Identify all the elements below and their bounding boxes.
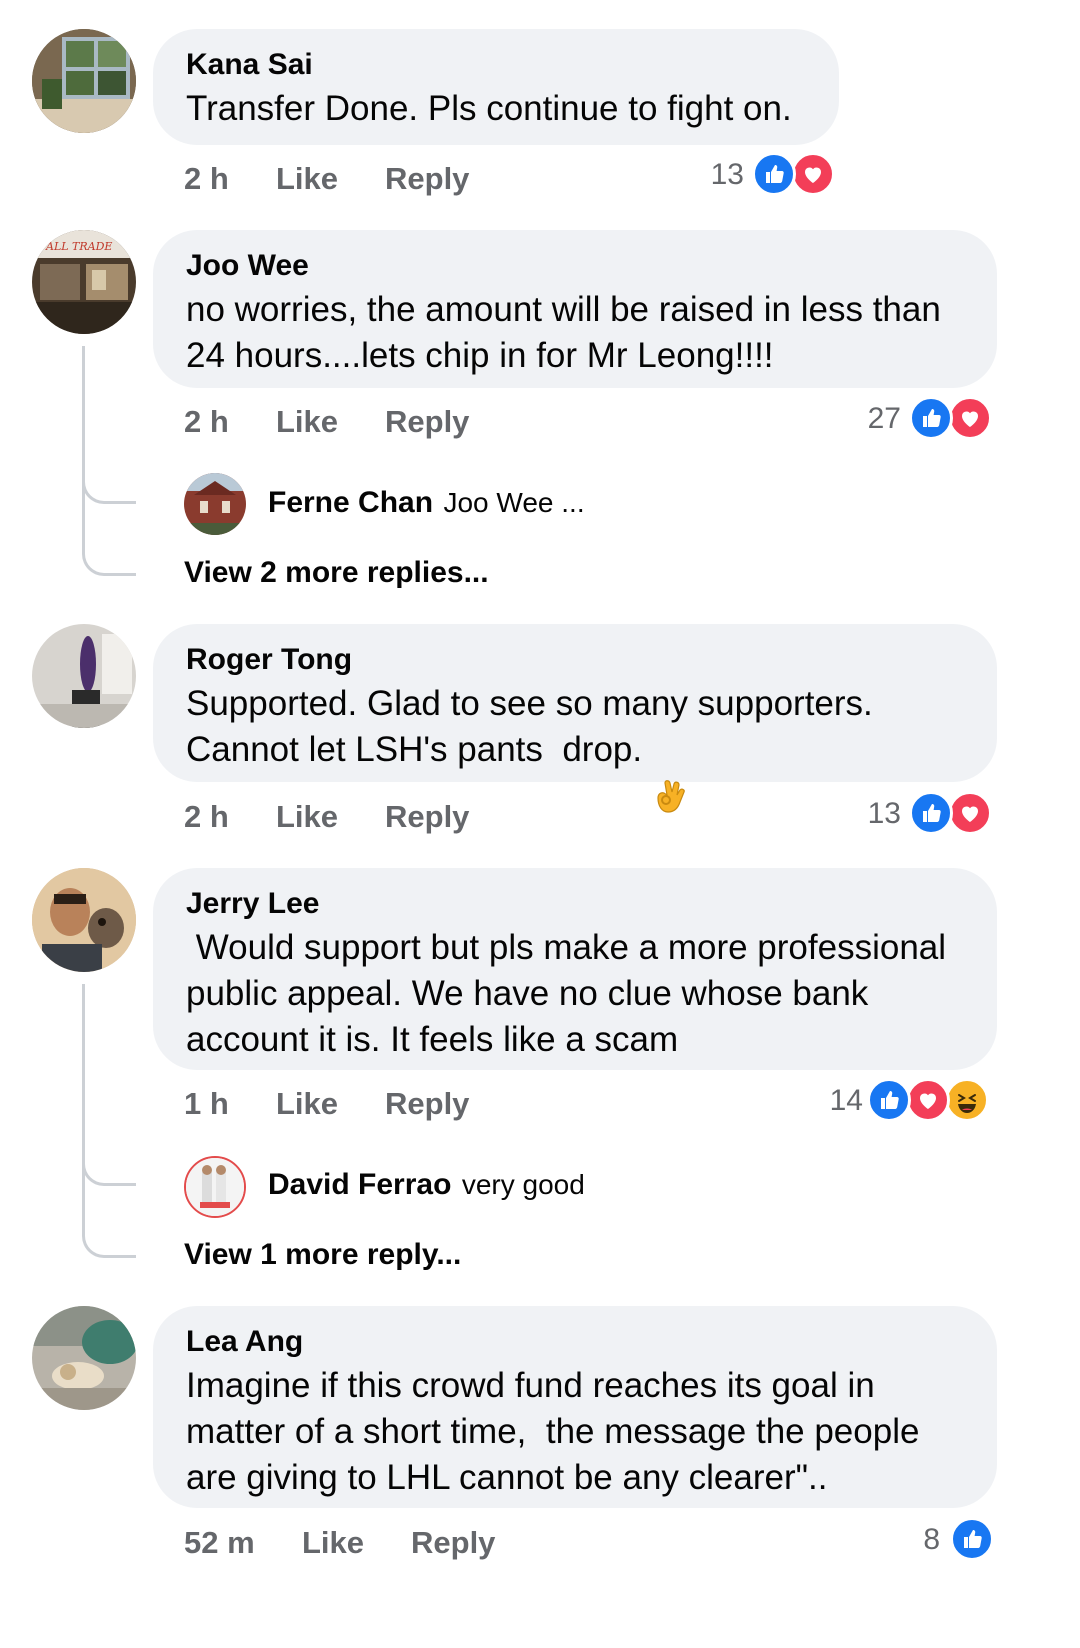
comment-text: no worries, the amount will be raised in… <box>186 287 964 379</box>
reaction-summary[interactable]: 8 <box>886 1517 996 1565</box>
reply-avatar[interactable] <box>184 1156 246 1218</box>
reply-snippet: very good <box>461 1169 585 1200</box>
reaction-summary[interactable]: 13 <box>847 791 997 839</box>
reply-button[interactable]: Reply <box>385 161 469 197</box>
comment-time[interactable]: 1 h <box>184 1086 229 1122</box>
reaction-summary[interactable]: 13 <box>690 152 840 200</box>
comment-line: public appeal. We have no clue whose ban… <box>186 974 869 1013</box>
reaction-summary[interactable]: 14 <box>805 1078 997 1126</box>
reply-button[interactable]: Reply <box>385 799 469 835</box>
reaction-count: 13 <box>710 158 744 191</box>
comment-text: Would support but pls make a more profes… <box>186 925 964 1063</box>
avatar[interactable] <box>32 1306 136 1410</box>
reply-snippet: Joo Wee ... <box>443 487 585 518</box>
love-icon <box>948 396 992 440</box>
reply-thread-line <box>82 984 136 1258</box>
comment-line: Imagine if this crowd fund reaches its g… <box>186 1366 875 1405</box>
like-button[interactable]: Like <box>276 404 338 440</box>
reply-thread-line <box>82 346 136 576</box>
reply-avatar[interactable] <box>184 473 246 535</box>
like-button[interactable]: Like <box>276 161 338 197</box>
reaction-count: 27 <box>867 402 901 435</box>
comment-time[interactable]: 52 m <box>184 1525 255 1561</box>
comment-bubble: Lea Ang Imagine if this crowd fund reach… <box>153 1306 997 1508</box>
comment-text: Imagine if this crowd fund reaches its g… <box>186 1363 964 1501</box>
comment-author[interactable]: Jerry Lee <box>186 886 964 922</box>
avatar[interactable] <box>32 868 136 972</box>
ok-hand-emoji <box>652 732 688 813</box>
comment-line: Supported. Glad to see so many supporter… <box>186 684 873 723</box>
like-button[interactable]: Like <box>302 1525 364 1561</box>
avatar[interactable]: ALL TRADE <box>32 230 136 334</box>
comment-author[interactable]: Kana Sai <box>186 47 806 83</box>
comment-bubble: Joo Wee no worries, the amount will be r… <box>153 230 997 388</box>
comment-text: Supported. Glad to see so many supporter… <box>186 681 964 813</box>
like-button[interactable]: Like <box>276 1086 338 1122</box>
like-icon <box>909 791 953 835</box>
love-icon <box>791 152 835 196</box>
avatar[interactable] <box>32 624 136 728</box>
comment-author[interactable]: Joo Wee <box>186 248 964 284</box>
comment-line: Would support but pls make a more profes… <box>186 928 947 967</box>
comment-line: no worries, the amount will be raised in… <box>186 290 941 329</box>
reply-button[interactable]: Reply <box>385 1086 469 1122</box>
reply-preview[interactable]: David Ferrao very good <box>268 1168 585 1202</box>
reaction-count: 8 <box>923 1523 940 1556</box>
view-more-replies-link[interactable]: View 2 more replies... <box>184 556 489 590</box>
like-button[interactable]: Like <box>276 799 338 835</box>
love-icon <box>906 1078 950 1122</box>
reply-author[interactable]: David Ferrao <box>268 1168 451 1201</box>
reply-button[interactable]: Reply <box>411 1525 495 1561</box>
like-icon <box>867 1078 911 1122</box>
comment-line: 24 hours....lets chip in for Mr Leong!!!… <box>186 336 774 375</box>
comment-line: Cannot let LSH's pants drop. <box>186 730 652 769</box>
avatar[interactable] <box>32 29 136 133</box>
like-icon <box>950 1517 994 1561</box>
comment-bubble: Kana Sai Transfer Done. Pls continue to … <box>153 29 839 145</box>
comment-line: matter of a short time, the message the … <box>186 1412 920 1451</box>
comment-author[interactable]: Roger Tong <box>186 642 964 678</box>
comment-time[interactable]: 2 h <box>184 799 229 835</box>
reaction-count: 14 <box>829 1084 863 1117</box>
comment-bubble: Jerry Lee Would support but pls make a m… <box>153 868 997 1070</box>
reply-preview[interactable]: Ferne Chan Joo Wee ... <box>268 486 585 520</box>
reply-button[interactable]: Reply <box>385 404 469 440</box>
comment-line: are giving to LHL cannot be any clearer"… <box>186 1458 828 1497</box>
haha-icon <box>945 1078 989 1122</box>
love-icon <box>948 791 992 835</box>
reply-author[interactable]: Ferne Chan <box>268 486 433 519</box>
like-icon <box>909 396 953 440</box>
comment-line: account it is. It feels like a scam <box>186 1020 679 1059</box>
view-more-replies-link[interactable]: View 1 more reply... <box>184 1238 461 1272</box>
like-icon <box>752 152 796 196</box>
svg-text:ALL TRADE: ALL TRADE <box>45 240 112 253</box>
comment-author[interactable]: Lea Ang <box>186 1324 964 1360</box>
reaction-count: 13 <box>867 797 901 830</box>
reaction-summary[interactable]: 27 <box>847 396 997 444</box>
comment-text: Transfer Done. Pls continue to fight on. <box>186 89 792 128</box>
comment-bubble: Roger Tong Supported. Glad to see so man… <box>153 624 997 813</box>
comment-time[interactable]: 2 h <box>184 161 229 197</box>
comment-time[interactable]: 2 h <box>184 404 229 440</box>
